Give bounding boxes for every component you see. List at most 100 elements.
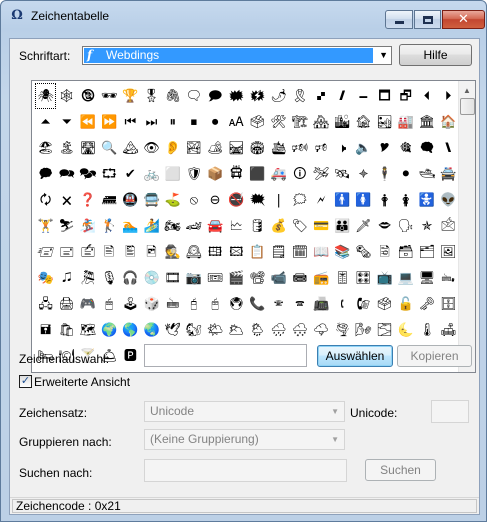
glyph-cell[interactable]: 🗚 [226,109,247,135]
glyph-cell[interactable]: ⊖ [205,187,226,213]
glyph-cell[interactable]: 🖥 [416,265,437,291]
glyph-cell[interactable]: 🌡 [416,317,437,343]
glyph-cell[interactable]: ⛳ [162,187,183,213]
glyph-cell[interactable]: 🛣 [77,135,98,161]
glyph-cell[interactable]: 🎕 [395,135,416,161]
glyph-cell[interactable]: 🗂 [416,239,437,265]
glyph-cell[interactable]: 🏎 [183,213,204,239]
glyph-cell[interactable]: 🌬 [353,317,374,343]
glyph-cell[interactable]: 📻 [310,265,331,291]
glyph-cell[interactable]: 🗩 [205,83,226,109]
glyph-cell[interactable]: 🗰 [226,83,247,109]
glyph-cell[interactable]: 🛡 [183,161,204,187]
glyph-cell[interactable]: 🌧 [268,317,289,343]
glyph-cell[interactable]: 🕬 [289,135,310,161]
minimize-button[interactable] [385,10,413,29]
help-button[interactable]: Hilfe [399,44,472,66]
glyph-grid[interactable]: 🕷 🕸 🕲 🕶 🏆 🎖 🖇 🗨 🗩 🗰 🗱 🌶 🎗 🙾 🙼 🗕 🗖 🗗 ⏴ ⏵ ⏶ ⏷ ⏪ ⏩ ⏮ ⏭ ⏸ ⏹ ⏺ 🗚 🗳 🛠 🏗 🏘 🏙 🏚 🏜 🏭 🏛 🏠… [35,83,459,369]
glyph-cell[interactable]: 🌎 [120,317,141,343]
glyph-cell[interactable]: 🖼 [438,239,459,265]
char-select-input[interactable] [144,344,307,367]
glyph-cell[interactable]: 🛤 [226,135,247,161]
glyph-cell[interactable]: 🌪 [332,317,353,343]
glyph-cell[interactable]: 🕸 [56,83,77,109]
glyph-cell[interactable]: 🛰 [332,161,353,187]
glyph-cell[interactable]: ⏴ [416,83,437,109]
glyph-cell[interactable]: 📾 [289,265,310,291]
glyph-cell[interactable]: 🏝 [56,135,77,161]
glyph-cell[interactable]: 🌶 [268,83,289,109]
glyph-cell[interactable]: 🌨 [289,317,310,343]
glyph-cell[interactable]: 👁 [141,135,162,161]
glyph-cell[interactable]: ⬛ [247,161,268,187]
glyph-cell[interactable]: 🗱 [247,83,268,109]
glyph-cell[interactable]: ⚫ [395,161,416,187]
glyph-cell[interactable]: 🚘 [205,213,226,239]
glyph-cell[interactable]: 🗒 [268,239,289,265]
glyph-cell[interactable]: 🛉 [374,187,395,213]
glyph-cell[interactable]: 🎭 [35,265,56,291]
char-select-field[interactable] [145,345,306,366]
glyph-cell[interactable]: 🚲 [141,161,162,187]
glyph-cell[interactable]: 🖻 [141,239,162,265]
glyph-cell[interactable]: 📦 [205,161,226,187]
glyph-cell[interactable]: 🎞 [162,265,183,291]
glyph-cell[interactable]: 🖆 [77,239,98,265]
glyph-cell[interactable]: 🏍 [162,213,183,239]
glyph-cell[interactable]: ⮔ [99,161,120,187]
glyph-cell[interactable]: 🏆 [120,83,141,109]
glyph-cell[interactable]: ⛷ [56,213,77,239]
glyph-cell[interactable]: 📠 [310,291,331,317]
glyph-cell[interactable]: ⏹ [183,109,204,135]
glyph-cell[interactable]: 🏘 [310,109,331,135]
glyph-cell[interactable]: ⏸ [162,109,183,135]
glyph-cell[interactable]: 📺 [374,265,395,291]
group-by-dropdown[interactable]: (Keine Gruppierung) ▼ [144,429,345,450]
glyph-cell[interactable]: 🗭 [35,161,56,187]
search-button[interactable]: Suchen [365,459,436,481]
glyph-cell[interactable]: 🗡 [353,213,374,239]
glyph-cell[interactable]: 💻 [395,265,416,291]
glyph-cell[interactable]: 🖧 [35,291,56,317]
unicode-input[interactable] [431,400,469,423]
glyph-cell[interactable]: 🖇 [162,83,183,109]
glyph-cell[interactable]: 🏔 [120,135,141,161]
close-button[interactable]: ✕ [442,10,485,29]
glyph-cell[interactable]: 🕊 [162,317,183,343]
glyph-cell[interactable]: 📚 [332,239,353,265]
glyph-cell[interactable]: 🗞 [353,239,374,265]
glyph-cell[interactable]: 🎟 [205,265,226,291]
glyph-cell[interactable]: 🗣 [395,213,416,239]
glyph-cell[interactable]: 🙾 [310,83,331,109]
advanced-view-label[interactable]: Erweiterte Ansicht [34,375,130,389]
glyph-cell[interactable]: 🎔 [374,135,395,161]
glyph-cell[interactable]: ✯ [416,213,437,239]
glyph-cell[interactable]: ⦸ [183,187,204,213]
glyph-cell[interactable]: ⏺ [205,109,226,135]
unicode-field[interactable] [432,401,468,422]
glyph-cell[interactable]: 🗪 [56,161,77,187]
glyph-cell[interactable]: ⏵ [438,83,459,109]
glyph-cell[interactable]: 🗝 [416,291,437,317]
scroll-up-icon[interactable]: ▲ [459,82,475,98]
title-bar[interactable]: Ω Zeichentabelle ✕ [1,1,486,31]
glyph-cell[interactable]: ✔ [120,161,141,187]
glyph-cell[interactable]: 🙼 [332,83,353,109]
glyph-cell[interactable]: 🗮 [247,187,268,213]
glyph-cell[interactable]: 🛢 [247,213,268,239]
glyph-cell[interactable]: 🏛 [416,109,437,135]
glyph-cell[interactable]: 🐿 [183,317,204,343]
glyph-cell[interactable]: 🗘 [35,187,56,213]
glyph-cell[interactable]: 🖯 [183,291,204,317]
glyph-cell[interactable]: 🖦 [438,265,459,291]
glyph-cell[interactable]: 🕰 [183,239,204,265]
glyph-cell[interactable]: 🚹 [332,187,353,213]
glyph-cell[interactable]: 🅿 [120,343,141,369]
copy-button[interactable]: Kopieren [397,345,472,367]
glyph-cell[interactable]: 🕹 [120,291,141,317]
glyph-cell[interactable]: 🌜 [395,317,416,343]
glyph-cell[interactable]: 🏞 [183,135,204,161]
scroll-thumb[interactable] [460,98,475,115]
glyph-cell[interactable]: 🏠 [438,109,459,135]
glyph-cell[interactable]: 🕲 [77,83,98,109]
